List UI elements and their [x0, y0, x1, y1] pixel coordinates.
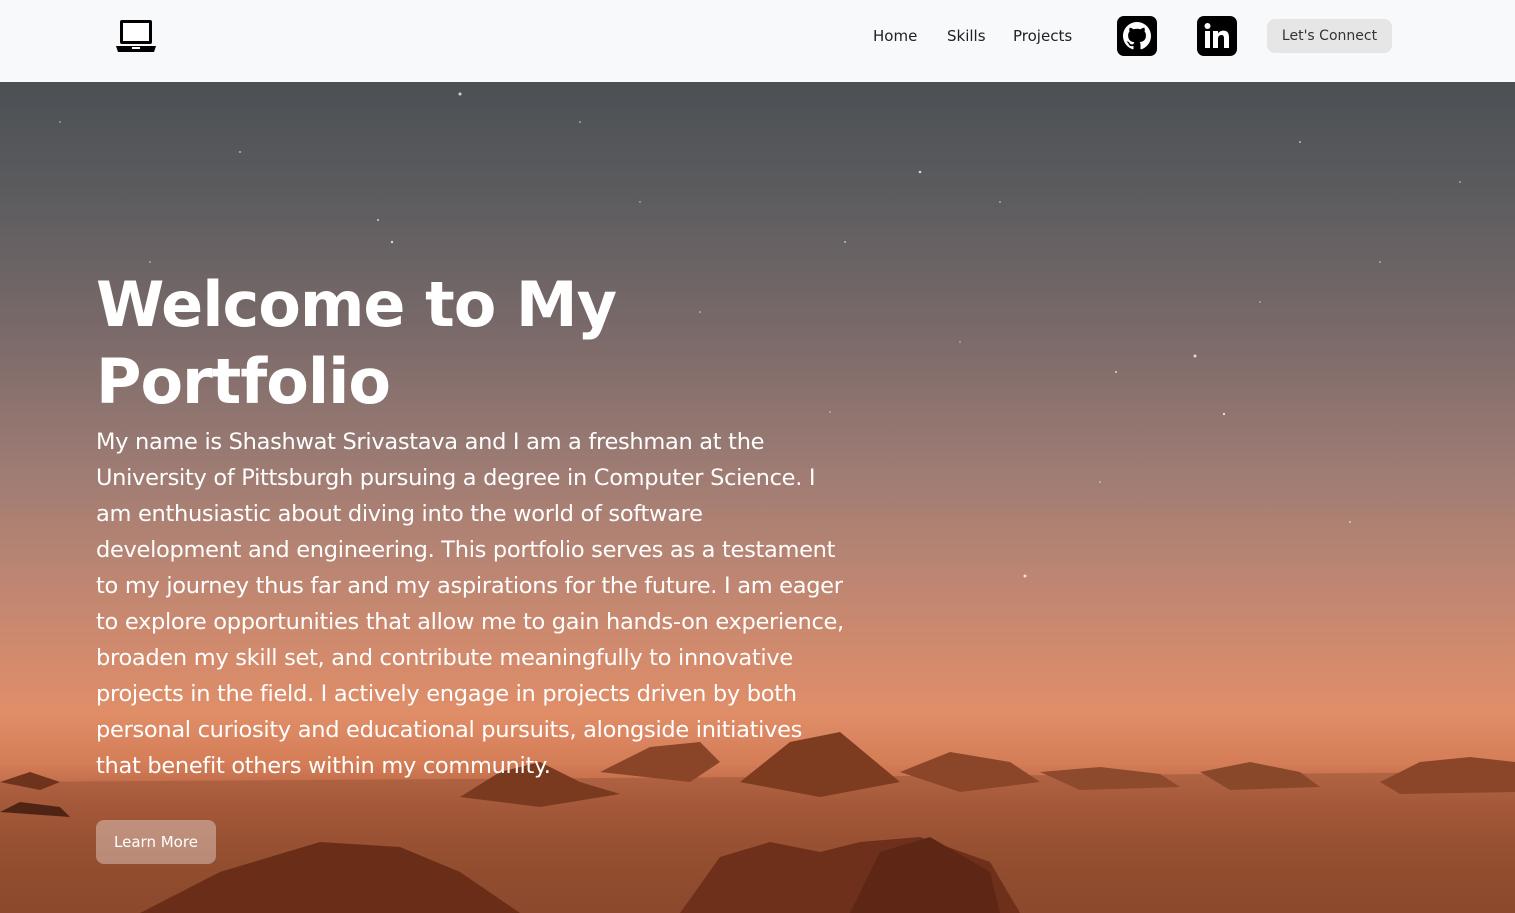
github-link[interactable] — [1117, 16, 1157, 56]
hero-section: Welcome to My Portfolio My name is Shash… — [0, 82, 1515, 913]
laptop-icon[interactable] — [114, 18, 158, 54]
learn-more-button[interactable]: Learn More — [96, 820, 216, 864]
nav-link-home[interactable]: Home — [873, 26, 917, 46]
linkedin-icon — [1204, 23, 1229, 48]
lets-connect-button[interactable]: Let's Connect — [1267, 19, 1392, 53]
hero-title: Welcome to My Portfolio — [96, 268, 617, 418]
github-icon — [1123, 22, 1151, 50]
nav-link-projects[interactable]: Projects — [1013, 26, 1072, 46]
nav-link-skills[interactable]: Skills — [947, 26, 986, 46]
hero-description: My name is Shashwat Srivastava and I am … — [96, 429, 844, 779]
navbar: Home Skills Projects Let's Connect — [0, 0, 1515, 82]
linkedin-link[interactable] — [1197, 16, 1237, 56]
